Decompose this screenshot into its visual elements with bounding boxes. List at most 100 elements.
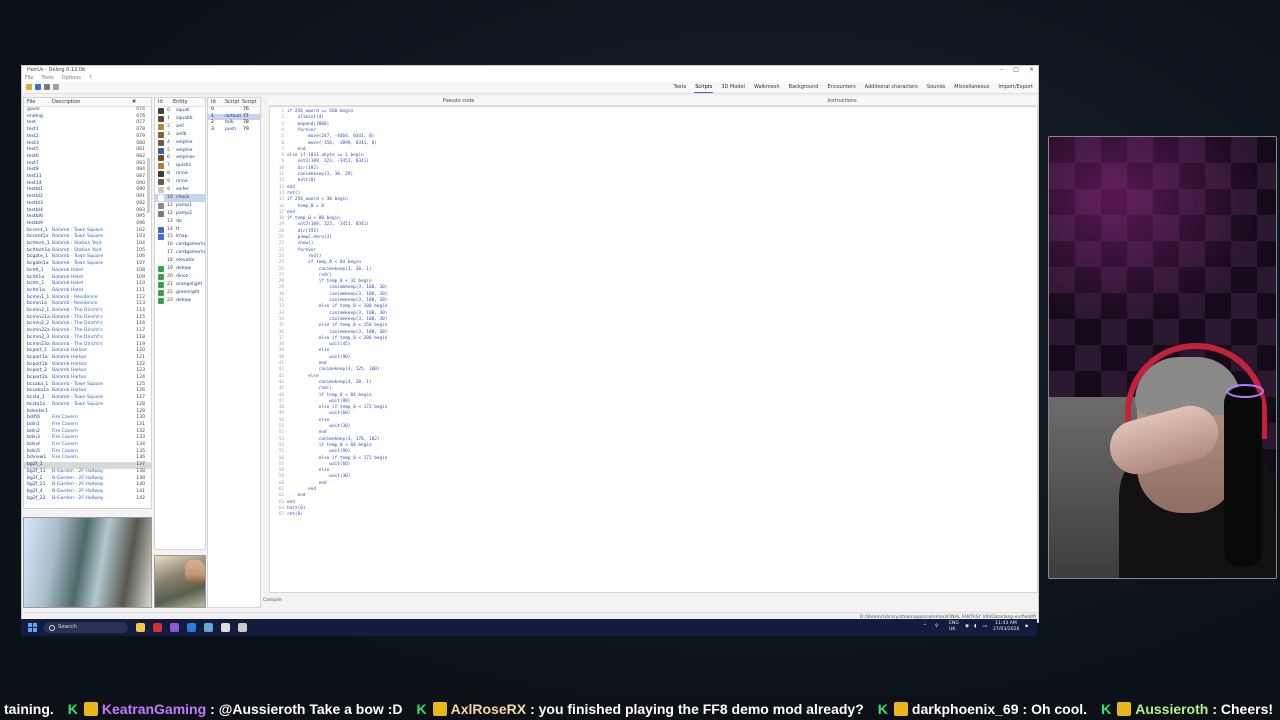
field-list-row[interactable]: bcsaka1a Balamb Harbor 126	[24, 388, 151, 395]
tab-walkmesh[interactable]: Walkmesh	[753, 83, 781, 93]
field-list-row[interactable]: bcsta_1 Balamb - Town Square 127	[24, 395, 151, 402]
network-icon[interactable]: ◉	[965, 624, 969, 629]
field-list-row[interactable]: test7 083	[24, 161, 151, 168]
field-list-row[interactable]: bg2f_4 B-Garden - 2F Hallway 141	[24, 489, 151, 496]
entity-row[interactable]: 18 elevator	[155, 257, 205, 265]
col-id[interactable]: Id	[158, 98, 163, 106]
entity-row[interactable]: 9 rinoa	[155, 178, 205, 186]
field-list[interactable]: File Description # gover 074 ending 076 test…	[23, 97, 152, 509]
close-icon[interactable]: ×	[1029, 66, 1034, 74]
tray-time[interactable]: 11:43 AM	[995, 621, 1017, 626]
entity-row[interactable]: 10 check	[155, 193, 205, 202]
entity-row[interactable]: 1 squallb	[155, 115, 205, 123]
field-list-row[interactable]: test2 079	[24, 134, 151, 141]
entity-row[interactable]: 23 dekaw	[155, 297, 205, 305]
field-list-row[interactable]: ending 076	[24, 114, 151, 121]
field-list-row[interactable]: test5 081	[24, 147, 151, 154]
open-icon[interactable]	[26, 84, 32, 90]
tray-chevron-icon[interactable]: ^	[923, 624, 927, 629]
app-white-icon[interactable]	[221, 623, 230, 632]
file-explorer-icon[interactable]	[136, 623, 145, 632]
field-list-row[interactable]: bdin1 Fire Cavern 131	[24, 422, 151, 429]
field-list-row[interactable]: test14 090	[24, 181, 151, 188]
taskbar-search[interactable]: Search	[44, 622, 128, 633]
field-list-row[interactable]: test11 087	[24, 174, 151, 181]
field-list-row[interactable]: bcport2a Balamb Harbor 124	[24, 375, 151, 382]
script-row[interactable]: 2 talk 78	[208, 120, 260, 127]
field-list-row[interactable]: test3 080	[24, 141, 151, 148]
tab-background[interactable]: Background	[788, 83, 820, 93]
field-list-row[interactable]: bg2f_1 137	[24, 462, 151, 469]
battery-icon[interactable]: ▭	[983, 624, 987, 629]
field-list-row[interactable]: bdenter1 129	[24, 409, 151, 416]
field-list-row[interactable]: bccent1a Balamb - Town Square 103	[24, 234, 151, 241]
field-list-row[interactable]: testbl1 090	[24, 187, 151, 194]
field-list-row[interactable]: bcsta1a Balamb - Town Square 128	[24, 402, 151, 409]
entity-list[interactable]: Id Entity 0 squall 1 squallb 2 zell 3 zellb 4 sel…	[154, 97, 206, 550]
tray-date[interactable]: 27/03/2026	[993, 627, 1019, 632]
tray-region[interactable]: UK	[949, 627, 955, 632]
minimize-icon[interactable]: –	[1000, 66, 1003, 74]
notification-icon[interactable]: ▪	[1025, 624, 1028, 629]
field-list-row[interactable]: bg2f_21 B-Garden - 2F Hallway 140	[24, 482, 151, 489]
field-list-row[interactable]: bchtr_1 Balamb Hotel 110	[24, 281, 151, 288]
menu-tools[interactable]: Tools	[41, 74, 53, 82]
entity-row[interactable]: 14 tt	[155, 226, 205, 234]
entity-row[interactable]: 22 greenlight	[155, 289, 205, 297]
entity-row[interactable]: 16cardgamemaster	[155, 241, 205, 249]
app-gear-icon[interactable]	[238, 623, 247, 632]
field-list-row[interactable]: bg2f_22 B-Garden - 2F Hallway 142	[24, 496, 151, 503]
app-purple-icon[interactable]	[170, 623, 179, 632]
entity-row[interactable]: 13 do	[155, 218, 205, 226]
field-list-row[interactable]: testbl3 092	[24, 201, 151, 208]
maximize-icon[interactable]: □	[1013, 66, 1019, 74]
field-list-row[interactable]: bdin4 Fire Cavern 134	[24, 442, 151, 449]
menu-options[interactable]: Options	[62, 74, 81, 82]
field-list-row[interactable]: testbl9 096	[24, 221, 151, 228]
field-list-row[interactable]: bg2f_11 B-Garden - 2F Hallway 138	[24, 469, 151, 476]
entity-row[interactable]: 19 dekaw	[155, 265, 205, 273]
entity-row[interactable]: 8 rinoa	[155, 170, 205, 178]
field-list-row[interactable]: test1 078	[24, 127, 151, 134]
title-bar[interactable]: HeirUs - Deling 0.12.0b – □ ×	[22, 66, 1038, 74]
menu-file[interactable]: File	[25, 74, 33, 82]
entity-row[interactable]: 3 zellb	[155, 131, 205, 139]
entity-row[interactable]: 15 lmap	[155, 233, 205, 241]
entity-row[interactable]: 2 zell	[155, 123, 205, 131]
compile-button[interactable]: Compile	[263, 598, 282, 603]
field-list-row[interactable]: bcport_2 Balamb Harbor 123	[24, 368, 151, 375]
field-list-row[interactable]: bcgate1a Balamb - Town Square 107	[24, 261, 151, 268]
tab-sounds[interactable]: Sounds	[926, 83, 946, 93]
col-entity[interactable]: Entity	[173, 98, 188, 106]
field-list-row[interactable]: bdin2 Fire Cavern 132	[24, 429, 151, 436]
entity-row[interactable]: 7 quistis	[155, 162, 205, 170]
col-description[interactable]: Description	[52, 98, 80, 106]
menu-help[interactable]: ?	[89, 74, 92, 82]
field-list-row[interactable]: bcmin2_1 Balamb - The Dincht's 114	[24, 308, 151, 315]
app-multi-icon[interactable]	[187, 623, 196, 632]
code-editor[interactable]: 1 if 256_uword == 560 begin 2 allmint(4) 3 …	[269, 106, 1038, 593]
script-row[interactable]: 1 default 77	[208, 113, 260, 121]
tab-encounters[interactable]: Encounters	[827, 83, 857, 93]
field-list-row[interactable]: bcmin1a Balamb - Residence 113	[24, 301, 151, 308]
tab-import-export[interactable]: Import/Export	[997, 83, 1034, 93]
tray-pin-icon[interactable]: ⚲	[935, 624, 938, 629]
tab-miscellaneous[interactable]: Miscellaneous	[953, 83, 990, 93]
entity-row[interactable]: 12 pamp2	[155, 210, 205, 218]
field-list-row[interactable]: bcmin2_3 Balamb - The Dincht's 118	[24, 335, 151, 342]
steam-icon[interactable]	[204, 623, 213, 632]
entity-row[interactable]: 5 selphie	[155, 147, 205, 155]
windows-start-icon[interactable]	[28, 623, 37, 632]
field-list-row[interactable]: bdview1 Fire Cavern 136	[24, 455, 151, 462]
entity-row[interactable]: 9 seifer	[155, 186, 205, 194]
col-file[interactable]: File	[27, 98, 35, 106]
field-list-row[interactable]: gover 074	[24, 107, 151, 114]
entity-row[interactable]: 17cardgamemaster	[155, 249, 205, 257]
field-list-row[interactable]: testbl4 093	[24, 208, 151, 215]
script-row[interactable]: 0 76	[208, 107, 260, 114]
field-list-row[interactable]: bchtr1a Balamb Hotel 111	[24, 288, 151, 295]
save-icon[interactable]	[35, 84, 41, 90]
field-list-row[interactable]: test8 084	[24, 167, 151, 174]
field-list-row[interactable]: bchtom_1 Balamb - Station Yard 104	[24, 241, 151, 248]
tab-additional-characters[interactable]: Additional characters	[864, 83, 919, 93]
